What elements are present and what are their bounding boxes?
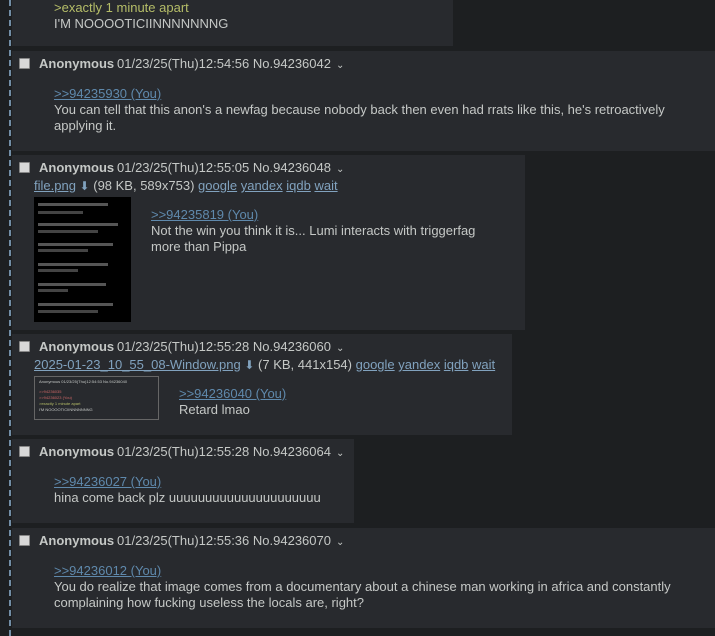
- post-header: Anonymous 01/23/25(Thu)12:54:56 No.94236…: [12, 55, 715, 73]
- post-date: 01/23/25(Thu)12:54:56: [117, 56, 250, 71]
- post-date: 01/23/25(Thu)12:55:28: [117, 339, 250, 354]
- search-yandex-link[interactable]: yandex: [241, 178, 283, 193]
- search-yandex-link[interactable]: yandex: [398, 357, 440, 372]
- quote-link[interactable]: >>94235819 (You): [151, 207, 501, 223]
- file-link[interactable]: 2025-01-23_10_55_08-Window.png: [34, 357, 241, 372]
- file-size: (98 KB, 589x753): [93, 178, 195, 193]
- poster-name: Anonymous: [39, 160, 115, 175]
- download-icon[interactable]: ⬇: [80, 179, 90, 193]
- post-number[interactable]: No.94236070: [253, 533, 331, 548]
- thumb-line: >>94236023 (You): [39, 395, 72, 400]
- chevron-down-icon[interactable]: ⌄: [336, 60, 344, 71]
- checkbox-icon[interactable]: [19, 535, 30, 546]
- poster-name: Anonymous: [39, 444, 115, 459]
- post-number[interactable]: No.94236048: [253, 160, 331, 175]
- post-header: Anonymous 01/23/25(Thu)12:55:28 No.94236…: [12, 338, 512, 356]
- post-message: You can tell that this anon's a newfag b…: [54, 102, 665, 133]
- post-meta: 01/23/25(Thu)12:54:56 No.94236042 ⌄: [117, 55, 344, 75]
- post-reply: Anonymous 01/23/25(Thu)12:55:28 No.94236…: [12, 439, 354, 523]
- search-google-link[interactable]: google: [198, 178, 237, 193]
- thumb-line: Anonymous 01/23/25(Thu)12:54:53 No.94236…: [39, 379, 128, 384]
- post-header: Anonymous 01/23/25(Thu)12:55:05 No.94236…: [12, 159, 525, 177]
- greentext: >exactly 1 minute apart: [54, 0, 189, 15]
- post-message: I'M NOOOOTICIINNNNNNNG: [54, 16, 229, 31]
- post-message: hina come back plz uuuuuuuuuuuuuuuuuuuuu: [54, 490, 321, 505]
- poster-name: Anonymous: [39, 533, 115, 548]
- post-header: Anonymous 01/23/25(Thu)12:55:36 No.94236…: [12, 532, 715, 550]
- chevron-down-icon[interactable]: ⌄: [336, 537, 344, 548]
- quote-link[interactable]: >>94236040 (You): [179, 386, 479, 402]
- checkbox-icon[interactable]: [19, 446, 30, 457]
- image-thumbnail[interactable]: [34, 197, 131, 322]
- thumb-line: I'M NOOOOTICIINNNNNNNG: [39, 407, 93, 412]
- post-meta: 01/23/25(Thu)12:55:36 No.94236070 ⌄: [117, 532, 344, 552]
- post-date: 01/23/25(Thu)12:55:28: [117, 444, 250, 459]
- poster-name: Anonymous: [39, 339, 115, 354]
- checkbox-icon[interactable]: [19, 162, 30, 173]
- thread-line: [9, 0, 11, 636]
- chevron-down-icon[interactable]: ⌄: [336, 343, 344, 354]
- download-icon[interactable]: ⬇: [244, 358, 254, 372]
- post-number[interactable]: No.94236060: [253, 339, 331, 354]
- post-reply: Anonymous 01/23/25(Thu)12:55:36 No.94236…: [12, 528, 715, 628]
- poster-name: Anonymous: [39, 56, 115, 71]
- thumb-line: >exactly 1 minute apart: [39, 401, 81, 406]
- post-number[interactable]: No.94236042: [253, 56, 331, 71]
- search-iqdb-link[interactable]: iqdb: [286, 178, 311, 193]
- image-thumbnail[interactable]: Anonymous 01/23/25(Thu)12:54:53 No.94236…: [34, 376, 159, 420]
- file-size: (7 KB, 441x154): [258, 357, 352, 372]
- file-info: file.png ⬇ (98 KB, 589x753) google yande…: [12, 178, 525, 194]
- file-info: 2025-01-23_10_55_08-Window.png ⬇ (7 KB, …: [12, 357, 512, 373]
- search-wait-link[interactable]: wait: [472, 357, 495, 372]
- post-reply: Anonymous 01/23/25(Thu)12:55:05 No.94236…: [12, 155, 525, 330]
- chevron-down-icon[interactable]: ⌄: [336, 164, 344, 175]
- checkbox-icon[interactable]: [19, 341, 30, 352]
- search-wait-link[interactable]: wait: [314, 178, 337, 193]
- thumb-line: >>94236035: [39, 389, 62, 394]
- quote-link[interactable]: >>94236027 (You): [54, 474, 354, 490]
- quote-link[interactable]: >>94236012 (You): [54, 563, 695, 579]
- post-date: 01/23/25(Thu)12:55:05: [117, 160, 250, 175]
- post-number[interactable]: No.94236064: [253, 444, 331, 459]
- post-meta: 01/23/25(Thu)12:55:05 No.94236048 ⌄: [117, 159, 344, 179]
- post-meta: 01/23/25(Thu)12:55:28 No.94236060 ⌄: [117, 338, 344, 358]
- post-message: You do realize that image comes from a d…: [54, 579, 671, 610]
- post-meta: 01/23/25(Thu)12:55:28 No.94236064 ⌄: [117, 443, 344, 463]
- post-date: 01/23/25(Thu)12:55:36: [117, 533, 250, 548]
- checkbox-icon[interactable]: [19, 58, 30, 69]
- post-reply: Anonymous 01/23/25(Thu)12:54:56 No.94236…: [12, 51, 715, 151]
- quote-link[interactable]: >>94235930 (You): [54, 86, 715, 102]
- post-message: Retard lmao: [179, 402, 250, 417]
- search-google-link[interactable]: google: [356, 357, 395, 372]
- post-header: Anonymous 01/23/25(Thu)12:55:28 No.94236…: [12, 443, 354, 461]
- search-iqdb-link[interactable]: iqdb: [444, 357, 469, 372]
- post-reply: >exactly 1 minute apart I'M NOOOOTICIINN…: [12, 0, 453, 46]
- file-link[interactable]: file.png: [34, 178, 76, 193]
- post-reply: Anonymous 01/23/25(Thu)12:55:28 No.94236…: [12, 334, 512, 435]
- post-message: Not the win you think it is... Lumi inte…: [151, 223, 476, 254]
- chevron-down-icon[interactable]: ⌄: [336, 448, 344, 459]
